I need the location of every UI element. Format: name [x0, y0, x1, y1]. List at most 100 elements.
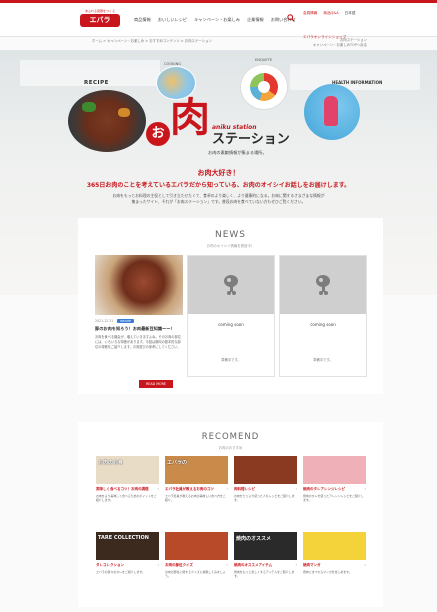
- news-card-coming-soon: coming soon 準備中です。: [279, 255, 367, 377]
- recommend-card-desc: お肉の部位に関するクイズに挑戦してみましょう。: [165, 570, 226, 579]
- page: あふれる笑顔をつくる エバラ 商品情報 おいしいレシピ キャンペーン・お楽しみ …: [0, 0, 437, 612]
- chevron-right-icon: ›: [295, 563, 297, 567]
- recommend-card[interactable]: お肉の部位クイズ › お肉の部位に関するクイズに挑戦してみましょう。: [165, 532, 228, 602]
- news-title: NEWS: [214, 230, 247, 240]
- recommend-card-title[interactable]: 肉料理レシピ: [234, 487, 255, 492]
- recommend-thumbnail: TARE COLLECTION: [96, 532, 159, 560]
- recommend-card[interactable]: 焼肉マンガ › 焼肉にまつわるマンガを楽しめます。: [303, 532, 366, 602]
- global-nav: 商品情報 おいしいレシピ キャンペーン・お楽しみ 企業情報 お問い合わせ: [134, 17, 296, 23]
- news-card[interactable]: 2021.12.21 RECIPE 豚のお肉を知ろう！お肉最新豆知識ーー！ お肉…: [95, 255, 183, 388]
- subnav-back-link[interactable]: キャンペーン・お楽しみTOPへ戻る: [313, 43, 367, 48]
- hero-tagline: お肉の素敵情報が集まる場所。: [208, 150, 267, 155]
- news-date: 2021.12.21: [95, 319, 114, 323]
- news-card-coming-soon: coming soon 準備中です。: [187, 255, 275, 377]
- news-card-title[interactable]: 豚のお肉を知ろう！お肉最新豆知識ーー！: [95, 326, 183, 332]
- lead-subtitle: 365日お肉のことを考えているエバラだから知っている、お肉のオイシイお話しをお届…: [86, 182, 351, 189]
- recommend-card-title[interactable]: お肉の部位クイズ: [165, 563, 193, 568]
- chevron-right-icon: ›: [364, 563, 366, 567]
- logo-mark: エバラ: [80, 14, 120, 27]
- chevron-right-icon: ›: [157, 487, 159, 491]
- language-select[interactable]: 日本語: [345, 11, 356, 16]
- member-link[interactable]: 会員情報: [303, 11, 317, 16]
- recommend-card-title[interactable]: 焼肉のオススメアイテム: [234, 563, 272, 568]
- recipe-plate-image[interactable]: [68, 90, 146, 152]
- recommend-thumbnail: [303, 532, 366, 560]
- recommend-card-title[interactable]: タレコレクション: [96, 563, 124, 568]
- recommend-card-desc: お肉をより美味しく食べるためのポイントをご紹介します。: [96, 494, 157, 503]
- recommend-card[interactable]: 肉料理レシピ › お肉をたっぷり使った人気レシピをご紹介します。: [234, 456, 297, 526]
- news-section: NEWS お肉のオイシイ情報を発信中！ 2021.12.21 RECIPE 豚の…: [78, 218, 383, 394]
- recommend-card-desc: お肉をたっぷり使った人気レシピをご紹介します。: [234, 494, 295, 503]
- recommend-thumbnail: [165, 532, 228, 560]
- recommend-card-desc: 焼肉をもっと楽しくするアイテムをご紹介します。: [234, 570, 295, 579]
- recommend-thumb-caption: お肉のお食: [98, 460, 124, 466]
- recommend-card[interactable]: エバラの エバラ社員が教えるお肉のコツ › エバラ社員が教えるお肉の美味しい食べ方をご…: [165, 456, 228, 526]
- logo-tagline: あふれる笑顔をつくる: [85, 9, 115, 13]
- recommend-card-title[interactable]: エバラ社員が教えるお肉のコツ: [165, 487, 214, 492]
- nav-item-company[interactable]: 企業情報: [247, 17, 264, 23]
- news-photo: [95, 255, 183, 315]
- enquete-donut-hole: [258, 81, 270, 93]
- utility-links: 会員情報 商品Q&A 日本語: [303, 11, 355, 16]
- recommend-card[interactable]: TARE COLLECTION タレコレクション › エバラの様々なタレをご紹介します…: [96, 532, 159, 602]
- logo-niku: 肉: [170, 94, 210, 141]
- recommend-card-title[interactable]: 美味しく食べるコツ！お肉の調理: [96, 487, 149, 492]
- plate-vegetable: [82, 102, 96, 112]
- coming-soon-note: 準備中です。: [313, 358, 333, 362]
- recommend-card-title[interactable]: 焼肉のタレアレンジレシピ: [303, 487, 345, 492]
- news-placeholder: [188, 256, 274, 314]
- enquete-image[interactable]: [240, 64, 288, 110]
- coming-soon-label: coming soon: [310, 322, 336, 327]
- nav-item-campaign[interactable]: キャンペーン・お楽しみ: [194, 17, 240, 23]
- chevron-right-icon: ›: [226, 487, 228, 491]
- recommend-card[interactable]: お肉のお食美味しく食べるコツ！お肉の調理 › お肉をより美味しく食べるためのポイント…: [96, 456, 159, 526]
- chevron-right-icon: ›: [157, 563, 159, 567]
- recipe-label: RECIPE: [84, 80, 109, 86]
- health-image[interactable]: [304, 84, 360, 140]
- nav-item-products[interactable]: 商品情報: [134, 17, 151, 23]
- recommend-card-title-row: タレコレクション ›: [96, 563, 159, 568]
- recommend-card-title[interactable]: 焼肉マンガ: [303, 563, 321, 568]
- recommend-card-desc: 焼肉にまつわるマンガを楽しめます。: [303, 570, 352, 574]
- recommend-thumb-caption: 焼肉のオススメ: [236, 536, 272, 542]
- chevron-right-icon: ›: [364, 487, 366, 491]
- recommend-thumbnail: 焼肉のオススメ: [234, 532, 297, 560]
- recommend-card-title-row: エバラ社員が教えるお肉のコツ ›: [165, 487, 228, 492]
- recommend-card[interactable]: 焼肉のタレアレンジレシピ › 焼肉のタレを使ったアレンジレシピをご紹介します。: [303, 456, 366, 526]
- nav-item-recipes[interactable]: おいしいレシピ: [158, 17, 187, 23]
- coming-soon-note: 準備中です。: [221, 358, 241, 362]
- recommend-thumbnail: エバラの: [165, 456, 228, 484]
- news-meta: 2021.12.21 RECIPE: [95, 319, 183, 323]
- recommend-card-desc: 焼肉のタレを使ったアレンジレシピをご紹介します。: [303, 494, 364, 503]
- breadcrumb[interactable]: ホーム > キャンペーン・お楽しみ > おすすめコンテンツ > お肉ステーション: [92, 38, 212, 43]
- news-category-badge: RECIPE: [117, 319, 134, 323]
- recommend-thumbnail: お肉のお食: [96, 456, 159, 484]
- runner-figure: [324, 96, 338, 126]
- chevron-right-icon: ›: [226, 563, 228, 567]
- recommend-card[interactable]: 焼肉のオススメ 焼肉のオススメアイテム › 焼肉をもっと楽しくするアイテムをご紹介しま…: [234, 532, 297, 602]
- recommend-thumbnail: [234, 456, 297, 484]
- hero-bg-shelf: [290, 64, 420, 90]
- recommend-subtitle: お肉のおすすめ: [218, 446, 243, 450]
- recommend-card-title-row: お肉の部位クイズ ›: [165, 563, 228, 568]
- search-icon[interactable]: [287, 14, 295, 22]
- recommend-title: RECOMEND: [201, 432, 260, 442]
- meat-icon: [224, 275, 238, 295]
- recommend-card-desc: エバラ社員が教えるお肉の美味しい食べ方をご紹介。: [165, 494, 226, 503]
- recommend-section: RECOMEND お肉のおすすめ お肉のお食 美味しく食べるコツ！お肉の調理 › お肉…: [78, 422, 383, 607]
- recommend-card-desc: エバラの様々なタレをご紹介します。: [96, 570, 145, 574]
- faq-link[interactable]: 商品Q&A: [323, 11, 338, 16]
- logo-aniku: aniku station: [212, 124, 257, 131]
- meat-icon: [316, 275, 330, 295]
- recommend-thumb-caption: TARE COLLECTION: [98, 535, 149, 541]
- read-more-button[interactable]: READ MORE: [139, 380, 173, 388]
- lead-body: お肉をもっとお料理の主役として引き立たせたくて、食卓のより楽しく、より健康的にな…: [112, 193, 325, 205]
- enquete-label: ENQUETE: [255, 58, 273, 62]
- chevron-right-icon: ›: [295, 487, 297, 491]
- lead-title: お肉大好き！: [197, 169, 240, 177]
- ebara-logo[interactable]: あふれる笑顔をつくる エバラ: [80, 9, 120, 31]
- recommend-thumb-caption: エバラの: [167, 460, 188, 466]
- logo-station: ステーション: [212, 132, 290, 147]
- site-header: あふれる笑顔をつくる エバラ 商品情報 おいしいレシピ キャンペーン・お楽しみ …: [0, 3, 437, 39]
- logo-o: お: [146, 122, 170, 146]
